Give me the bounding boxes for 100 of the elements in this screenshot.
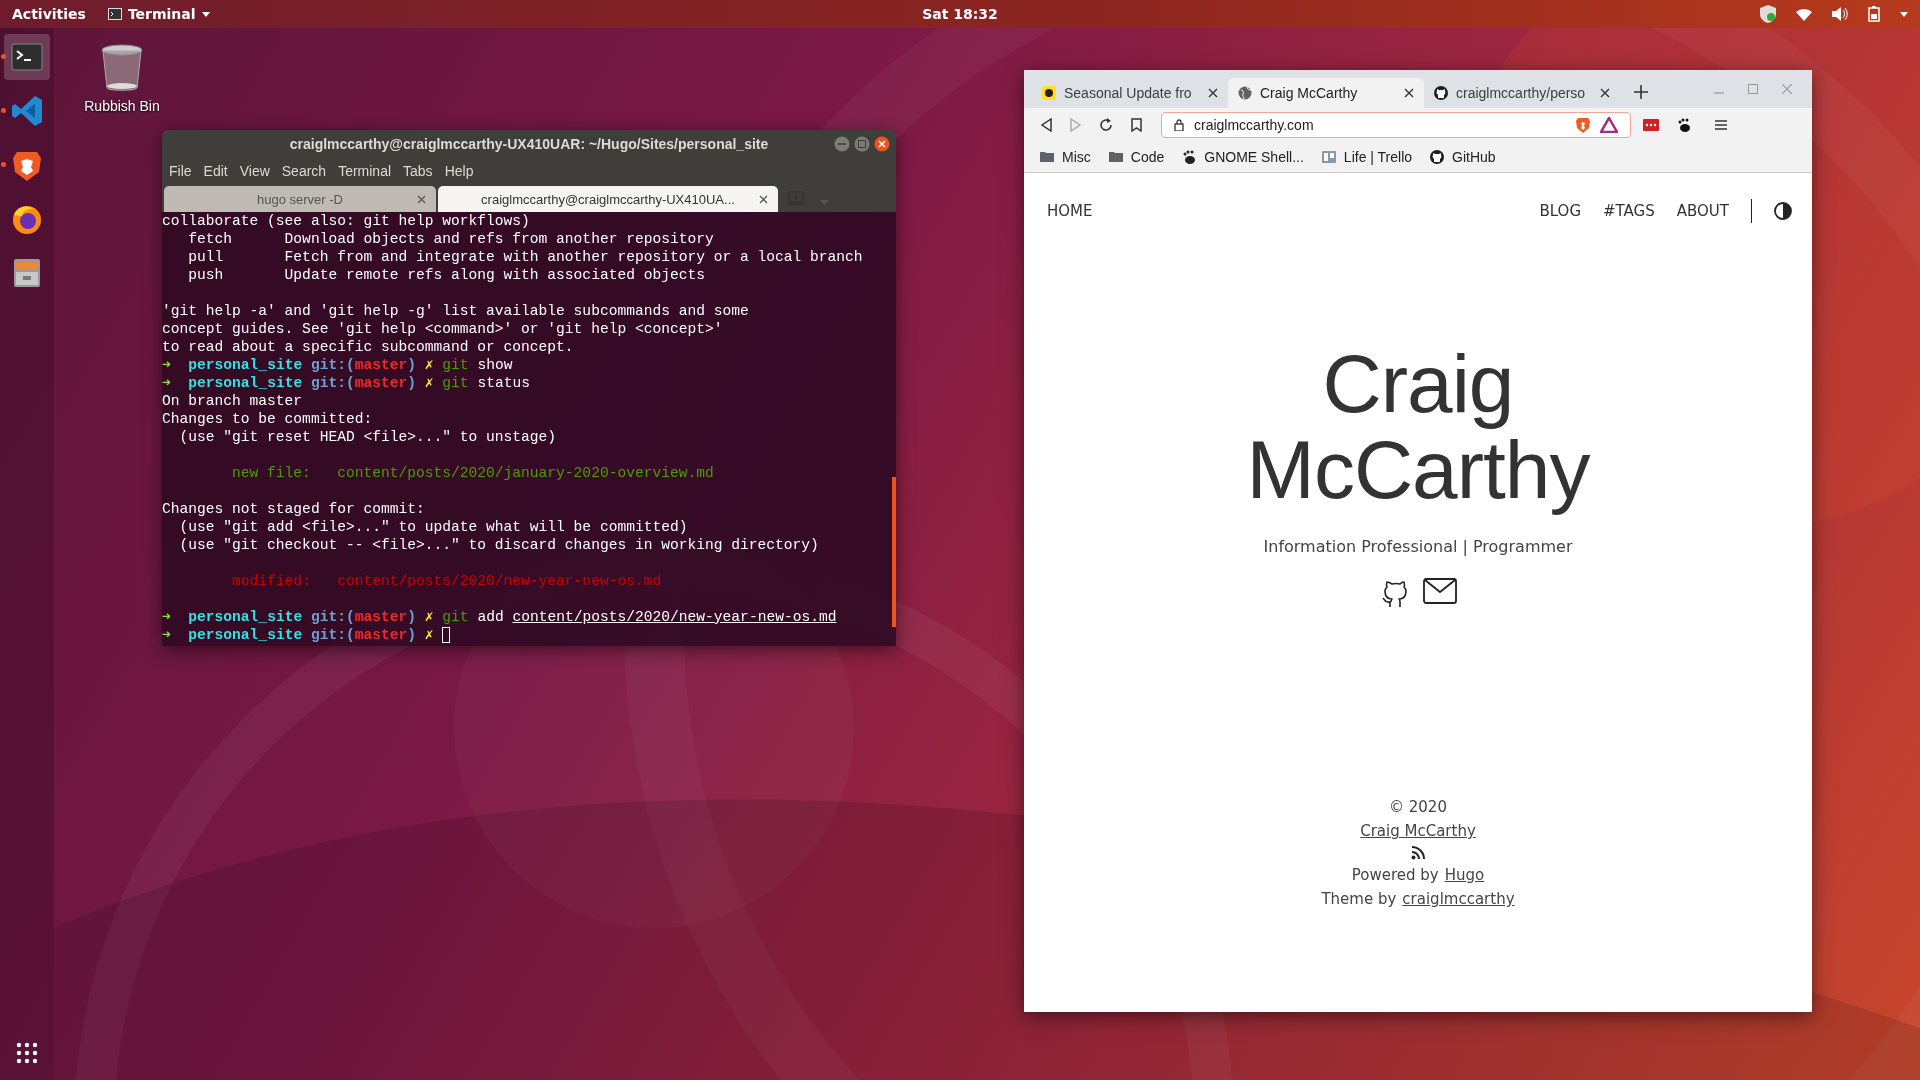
terminal-line: fetch Download objects and refs from another repository: [187, 230, 714, 248]
folder-icon: [1108, 150, 1123, 164]
battery-icon[interactable]: [1868, 6, 1880, 22]
chimp-icon: [1042, 86, 1056, 100]
close-icon[interactable]: [874, 136, 890, 152]
tab-label: Craig McCarthy: [1260, 85, 1359, 101]
menu-item[interactable]: Help: [439, 161, 479, 181]
plus-icon[interactable]: [1634, 85, 1648, 99]
terminal-line: ➜ personal_site git:(master) ✗ git status: [162, 374, 530, 392]
bookmark[interactable]: Code: [1108, 149, 1165, 165]
terminal-line: On branch master: [162, 392, 303, 410]
volume-icon[interactable]: [1832, 7, 1848, 21]
desktop-icon-label[interactable]: Rubbish Bin: [84, 98, 160, 114]
browser-tab[interactable]: Craig McCarthy: [1228, 78, 1424, 108]
lion-icon[interactable]: [1576, 117, 1590, 133]
terminal-icon: [107, 8, 122, 20]
caret-icon[interactable]: [1900, 11, 1908, 17]
url-text: craiglmccarthy.com: [1194, 117, 1314, 133]
tab-label: Seasonal Update fro: [1064, 85, 1193, 101]
terminal-line: collaborate (see also: git help workflows): [162, 212, 530, 230]
running-dot: [1, 162, 6, 167]
tab-label: hugo server -D: [257, 191, 343, 207]
terminal-line: to read about a specific subcommand or concept.: [162, 338, 574, 356]
theme-link[interactable]: craiglmccarthy: [1402, 890, 1515, 908]
tagline: Information Professional | Programmer: [1263, 537, 1573, 556]
nav-link[interactable]: ABOUT: [1676, 202, 1729, 220]
foot-icon: [1182, 150, 1197, 164]
minimize-icon[interactable]: [834, 136, 850, 152]
terminal-line: push Update remote refs along with associated objects: [187, 266, 705, 284]
menu-item[interactable]: Search: [276, 161, 332, 181]
bookmark[interactable]: Misc: [1040, 149, 1091, 165]
hugo-link[interactable]: Hugo: [1444, 866, 1485, 884]
running-dot: [1, 54, 6, 59]
octocat-icon: [1434, 86, 1448, 100]
app-grid-icon[interactable]: [16, 1042, 38, 1064]
board-icon: [1321, 150, 1336, 164]
contrast-icon[interactable]: [1774, 202, 1792, 220]
address-bar[interactable]: craiglmccarthy.com: [1161, 112, 1631, 138]
terminal-line: 'git help -a' and 'git help -g' list available subcommands and some: [162, 302, 749, 320]
nav-link[interactable]: BLOG: [1539, 202, 1582, 220]
terminal-line: pull Fetch from and integrate with another repository or a local branch: [187, 248, 863, 266]
caret-icon: [201, 11, 210, 17]
bookmark[interactable]: GitHub: [1430, 149, 1496, 165]
close-icon[interactable]: [759, 195, 768, 204]
bookmark[interactable]: Life | Trello: [1321, 149, 1413, 165]
triangle-icon[interactable]: [1600, 117, 1618, 133]
close-icon[interactable]: [1404, 88, 1414, 98]
globe-icon: [1238, 86, 1252, 100]
close-icon[interactable]: [1208, 88, 1218, 98]
app-menu[interactable]: Terminal: [107, 6, 210, 22]
menu-item[interactable]: Edit: [198, 161, 233, 181]
menu-item[interactable]: Tabs: [398, 161, 438, 181]
tab-label: craiglmccarthy/perso: [1456, 85, 1587, 101]
back-icon[interactable]: [1041, 118, 1052, 132]
terminal-line: (use "git add <file>..." to update what will be committed): [178, 518, 688, 536]
bookmark[interactable]: GNOME Shell...: [1182, 149, 1304, 165]
bookmark-icon[interactable]: [1131, 118, 1142, 132]
running-dot: [1, 108, 6, 113]
activities-button[interactable]: Activities: [12, 6, 86, 22]
wifi-icon[interactable]: [1796, 7, 1812, 21]
close-icon[interactable]: [1600, 88, 1610, 98]
terminal-line: ➜ personal_site git:(master) ✗ git show: [162, 356, 513, 374]
terminal-line: ➜ personal_site git:(master) ✗ git add content/posts/2020/new-year-new-os.md: [162, 608, 837, 626]
shield-icon[interactable]: [1760, 5, 1776, 23]
nav-link[interactable]: #TAGS: [1603, 202, 1655, 220]
footer-text: Theme by: [1321, 890, 1397, 908]
menu-item[interactable]: File: [164, 161, 197, 181]
password-icon[interactable]: [1643, 119, 1659, 131]
mail-icon[interactable]: [1423, 578, 1457, 604]
menu-item[interactable]: View: [234, 161, 275, 181]
octocat-icon: [1430, 150, 1445, 164]
terminal-line: new file: content/posts/2020/january-2020-overview.md: [231, 464, 714, 482]
rss-icon[interactable]: [1411, 846, 1425, 860]
menu-icon[interactable]: [1715, 120, 1727, 130]
footer-text: Powered by: [1351, 866, 1439, 884]
site-title: Craig McCarthy: [1246, 341, 1590, 513]
author-link[interactable]: Craig McCarthy: [1360, 822, 1476, 840]
ribbon-icon: [9, 93, 45, 129]
clock[interactable]: Sat 18:32: [922, 6, 998, 22]
menu-item[interactable]: Terminal: [333, 161, 397, 181]
scrollbar[interactable]: [892, 477, 896, 627]
browser-tab[interactable]: craiglmccarthy/perso: [1424, 78, 1620, 108]
terminal-tab[interactable]: hugo server -D: [164, 186, 436, 212]
trash-icon[interactable]: [100, 44, 144, 92]
tab-label: craiglmccarthy@craiglmccarthy-UX410UA...: [481, 191, 735, 207]
terminal-line: (use "git checkout -- <file>..." to discard changes in working directory): [178, 536, 819, 554]
reload-icon[interactable]: [1099, 118, 1113, 132]
window-title: craiglmccarthy@craiglmccarthy-UX410UAR: ~/Hugo/Sites/personal_site: [289, 136, 769, 152]
browser-tab[interactable]: Seasonal Update fro: [1032, 78, 1228, 108]
terminal-line: Changes not staged for commit:: [162, 500, 425, 518]
terminal-line: modified: content/posts/2020/new-year-new-os.md: [231, 572, 662, 590]
nav-link[interactable]: HOME: [1047, 202, 1093, 220]
terminal-line: Changes to be committed:: [162, 410, 373, 428]
terminal-tab[interactable]: craiglmccarthy@craiglmccarthy-UX410UA...: [438, 186, 778, 212]
terminal-line: (use "git reset HEAD <file>..." to unstage): [178, 428, 557, 446]
copyright-text: © 2020: [1389, 798, 1447, 816]
terminal-line: concept guides. See 'git help <command>' or 'git help <concept>': [162, 320, 723, 338]
folder-icon: [1040, 150, 1054, 164]
terminal-line: ➜ personal_site git:(master) ✗: [162, 626, 435, 644]
foot-icon[interactable]: [1677, 118, 1691, 132]
